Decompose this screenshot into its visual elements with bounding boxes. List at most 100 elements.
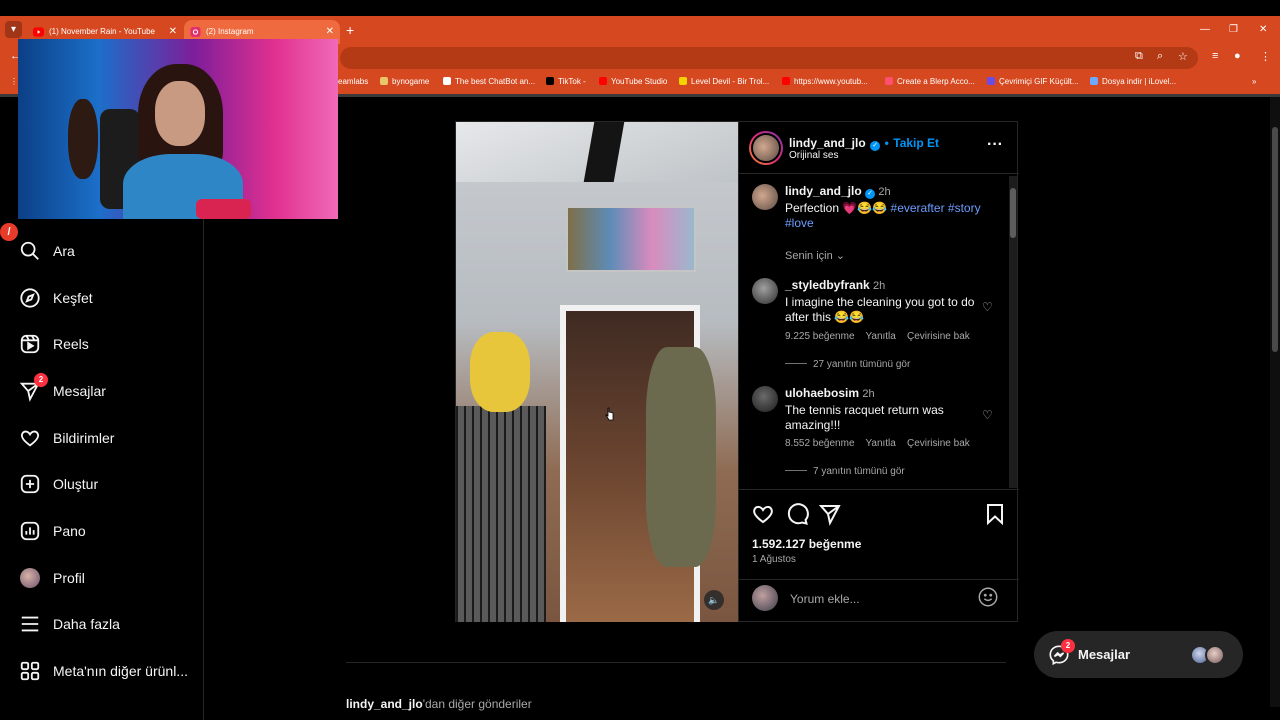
comment-username[interactable]: ulohaebosim [785,386,859,400]
author-avatar[interactable] [752,184,778,210]
emoji-icon[interactable] [977,586,999,608]
dog-crate [456,406,546,622]
caption-username[interactable]: lindy_and_jlo [785,184,862,198]
sidebar-item-notifications[interactable]: Bildirimler [18,421,202,455]
comment-like-icon[interactable]: ♡ [982,300,993,314]
scrollbar-thumb[interactable] [1010,188,1016,238]
avatar [18,566,42,590]
sidebar-item-label: Pano [53,523,86,539]
minimize-button[interactable]: — [1200,16,1210,44]
more-bookmarks-icon[interactable]: » [1252,77,1256,86]
comment-filter[interactable]: Senin için ⌄ [785,249,845,262]
hashtag-link[interactable]: #love [785,216,814,230]
bookmark-item[interactable]: TikTok - [546,77,586,86]
add-comment-bar: Yorum ekle... [739,579,1019,622]
notification-badge: 2 [1061,639,1075,653]
bookmark-favicon [679,77,687,85]
bookmark-item[interactable]: https://www.youtub... [782,77,868,86]
comments-scrollbar[interactable] [1009,176,1017,488]
webcam-overlay [18,39,338,219]
bookmark-star-icon[interactable]: ☆ [1178,50,1188,63]
more-options-icon[interactable]: ··· [987,136,1003,154]
bookmark-favicon [443,77,451,85]
top-strip [0,0,1280,16]
comment-likes[interactable]: 9.225 beğenme [785,331,855,342]
bookmark-item[interactable]: Create a Blerp Acco... [885,77,975,86]
bookmark-item[interactable]: Dosya indir | iLovel... [1090,77,1176,86]
comment-like-icon[interactable]: ♡ [982,408,993,422]
share-icon[interactable] [818,502,842,526]
address-bar[interactable] [340,47,1198,69]
sidebar-item-more[interactable]: Daha fazla [18,607,202,641]
tab-search-button[interactable]: ▾ [5,21,22,38]
commenter-avatar[interactable] [752,278,778,304]
browser-menu-icon[interactable]: ⋮ [1260,50,1271,63]
sidebar-item-label: Bildirimler [53,430,115,446]
hashtag-link[interactable]: #story [948,201,981,215]
tab-title: (1) November Rain - YouTube [49,27,155,36]
comments-list: lindy_and_jlo ✓ 2h Perfection 💗😂😂 #evera… [739,174,1019,489]
media-control-icon[interactable]: ≡ [1212,50,1218,62]
sidebar-item-messages[interactable]: 2 Mesajlar [18,373,202,408]
translate-button[interactable]: Çevirisine bak [907,331,970,342]
maximize-button[interactable]: ❐ [1229,16,1238,44]
zoom-icon[interactable]: ⌕ [1157,50,1163,63]
sidebar-item-label: Mesajlar [53,383,106,399]
comment-meta: 9.225 beğenme Yanıtla Çevirisine bak [785,331,970,342]
reply-button[interactable]: Yanıtla [865,438,895,449]
messages-pill[interactable]: 2 Mesajlar [1034,631,1243,678]
sidebar-item-search[interactable]: Ara [18,234,202,268]
sidebar-item-explore[interactable]: Keşfet [18,281,202,315]
commenter-avatar[interactable] [752,386,778,412]
bookmark-item[interactable]: Level Devil - Bir Trol... [679,77,769,86]
reel-video[interactable]: 🔈 [456,122,738,622]
install-app-icon[interactable]: ⧉ [1135,50,1143,63]
comment-input[interactable]: Yorum ekle... [790,592,860,606]
scrollbar-thumb[interactable] [1272,127,1278,352]
author-avatar[interactable] [749,131,783,165]
sidebar-item-profile[interactable]: Profil [18,561,202,595]
instagram-sidebar: Ara Keşfet Reels 2 Mesajlar Bildirimler … [0,219,204,720]
audio-icon[interactable]: 🔈 [704,590,724,610]
sidebar-item-meta-products[interactable]: Meta'nın diğer ürünl... [18,654,202,688]
close-window-button[interactable]: ✕ [1259,16,1267,44]
chevron-down-icon: ⌄ [835,250,845,262]
profile-icon[interactable]: ● [1234,50,1241,62]
more-posts-username[interactable]: lindy_and_jlo [346,697,423,711]
author-username[interactable]: lindy_and_jlo [789,136,866,150]
verified-icon: ✓ [870,141,881,151]
view-replies-button[interactable]: 7 yanıtın tümünü gör [785,466,905,477]
sidebar-item-dashboard[interactable]: Pano [18,514,202,548]
caption-time: 2h [878,186,891,198]
page-scrollbar[interactable] [1270,97,1280,707]
hashtag-link[interactable]: #everafter [891,201,945,215]
likes-count[interactable]: 1.592.127 beğenme [752,537,861,551]
follow-button[interactable]: Takip Et [893,136,939,150]
comment-username[interactable]: _styledbyfrank [785,278,870,292]
reply-button[interactable]: Yanıtla [865,331,895,342]
audio-label[interactable]: Orijinal ses [789,150,838,161]
like-heart-icon[interactable] [751,502,775,526]
bookmark-item[interactable]: YouTube Studio [599,77,667,86]
follow-separator: • [884,136,889,150]
replies-line [785,470,807,471]
menu-icon [18,612,42,636]
view-replies-button[interactable]: 27 yanıtın tümünü gör [785,359,910,370]
bookmark-item[interactable]: Çevrimiçi GIF Küçült... [987,77,1079,86]
bookmark-item[interactable]: bynogame [380,77,429,86]
sidebar-item-label: Meta'nın diğer ürünl... [53,663,188,679]
bookmark-item[interactable]: eamlabs [338,77,368,86]
avatar [752,585,778,611]
bookmark-icon[interactable] [983,502,1007,526]
bookmark-favicon [885,77,893,85]
comment-likes[interactable]: 8.552 beğenme [785,438,855,449]
bookmark-favicon [987,77,995,85]
translate-button[interactable]: Çevirisine bak [907,438,970,449]
dashboard-icon [18,519,42,543]
comment-icon[interactable] [785,502,809,526]
sidebar-item-reels[interactable]: Reels [18,327,202,361]
bookmark-item[interactable]: The best ChatBot an... [443,77,535,86]
sidebar-item-create[interactable]: Oluştur [18,467,202,501]
new-tab-button[interactable]: + [346,16,354,44]
sidebar-item-label: Keşfet [53,290,93,306]
